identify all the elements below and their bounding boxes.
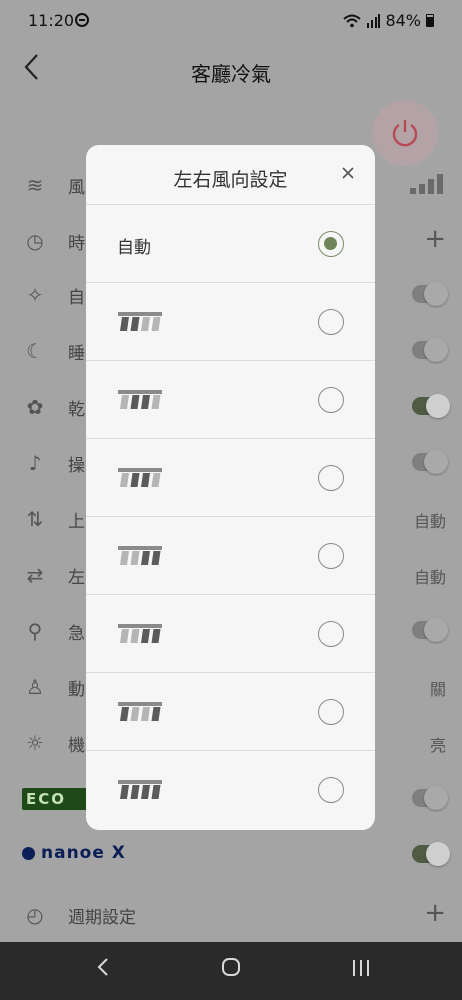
nav-back-button[interactable] bbox=[88, 956, 118, 986]
settings-label: 風 bbox=[68, 178, 85, 198]
louver-swing-icon bbox=[118, 780, 162, 799]
close-button[interactable] bbox=[341, 163, 355, 183]
leftright-arrows-icon: ⇄ bbox=[26, 563, 44, 587]
settings-label: 操 bbox=[68, 456, 85, 476]
plus-icon[interactable]: + bbox=[424, 898, 446, 928]
louver-center-icon bbox=[118, 468, 162, 487]
louver-spread-icon bbox=[118, 702, 162, 721]
nav-home-icon bbox=[222, 958, 240, 976]
option-louver-right[interactable] bbox=[86, 595, 375, 673]
nav-home-button[interactable] bbox=[216, 956, 246, 986]
louver-left-icon bbox=[118, 312, 162, 331]
settings-value: 自動 bbox=[413, 568, 446, 587]
wind-icon: ≋ bbox=[26, 173, 44, 197]
radio-button[interactable] bbox=[318, 231, 344, 257]
music-note-icon: ♪ bbox=[28, 451, 42, 475]
toggle-switch[interactable] bbox=[412, 394, 450, 418]
sparkle-icon: ✧ bbox=[26, 283, 44, 307]
louver-right-icon bbox=[118, 624, 162, 643]
radio-button[interactable] bbox=[318, 699, 344, 725]
nanoe-x-text: nanoe X bbox=[41, 843, 126, 863]
option-louver-center[interactable] bbox=[86, 439, 375, 517]
boost-icon: ⚲ bbox=[27, 619, 43, 643]
option-auto[interactable]: 自動 bbox=[86, 205, 375, 283]
option-louver-left-center[interactable] bbox=[86, 361, 375, 439]
status-time: 11:20 bbox=[28, 11, 75, 30]
settings-row-schedule[interactable]: ◴ 週期設定 + bbox=[0, 886, 462, 942]
nav-recents-icon bbox=[353, 960, 369, 976]
option-louver-left[interactable] bbox=[86, 283, 375, 361]
nav-back-icon bbox=[97, 958, 108, 976]
dialog-title: 左右風向設定 bbox=[173, 169, 288, 191]
settings-label: 急 bbox=[68, 624, 85, 644]
status-bar: 11:20 84% bbox=[0, 0, 462, 40]
power-icon bbox=[392, 120, 418, 147]
app-header: 客廳冷氣 bbox=[0, 40, 462, 100]
clock-icon: ◷ bbox=[26, 229, 44, 253]
settings-label: 乾 bbox=[68, 400, 85, 420]
eco-logo: ECO bbox=[22, 788, 96, 810]
horizontal-airflow-dialog: 左右風向設定 自動 bbox=[86, 145, 375, 830]
dry-icon: ✿ bbox=[26, 395, 44, 419]
toggle-switch[interactable] bbox=[412, 786, 448, 810]
wifi-icon bbox=[343, 14, 362, 27]
system-nav-bar bbox=[0, 942, 462, 1000]
sleep-icon: ☾ bbox=[26, 339, 44, 363]
radio-button[interactable] bbox=[318, 543, 344, 569]
radio-button[interactable] bbox=[318, 309, 344, 335]
settings-label: 睡 bbox=[68, 344, 85, 364]
toggle-switch[interactable] bbox=[412, 282, 448, 306]
settings-value: 自動 bbox=[413, 512, 446, 531]
dnd-icon bbox=[75, 13, 89, 27]
bulb-icon: ☼ bbox=[26, 731, 44, 755]
louver-right-center-icon bbox=[118, 546, 162, 565]
toggle-switch[interactable] bbox=[412, 842, 450, 866]
radio-button[interactable] bbox=[318, 387, 344, 413]
option-label: 自動 bbox=[117, 238, 151, 258]
schedule-icon: ◴ bbox=[26, 903, 44, 927]
settings-label: 自 bbox=[68, 288, 85, 308]
updown-arrows-icon: ⇅ bbox=[26, 507, 44, 531]
radio-button[interactable] bbox=[318, 621, 344, 647]
close-icon bbox=[342, 167, 354, 179]
toggle-switch[interactable] bbox=[412, 450, 448, 474]
page-title: 客廳冷氣 bbox=[191, 62, 271, 86]
dialog-header: 左右風向設定 bbox=[86, 145, 375, 205]
option-list: 自動 bbox=[86, 205, 375, 829]
settings-label: 左 bbox=[68, 568, 85, 588]
person-icon: ♙ bbox=[26, 675, 44, 699]
louver-left-center-icon bbox=[118, 390, 162, 409]
battery-icon bbox=[426, 14, 434, 27]
settings-value: 亮 bbox=[429, 736, 446, 755]
option-louver-spread[interactable] bbox=[86, 673, 375, 751]
settings-label: 週期設定 bbox=[68, 908, 136, 928]
toggle-switch[interactable] bbox=[412, 618, 448, 642]
status-icons: 84% bbox=[343, 11, 434, 30]
settings-label: 動 bbox=[68, 680, 85, 700]
settings-label: 上 bbox=[68, 512, 85, 532]
nanoe-x-logo: nanoe X bbox=[22, 843, 126, 863]
plus-icon[interactable]: + bbox=[424, 224, 446, 254]
settings-value: 關 bbox=[429, 680, 446, 699]
battery-percent: 84% bbox=[385, 11, 421, 30]
nanoe-dot-icon bbox=[22, 846, 35, 860]
settings-label: 機 bbox=[68, 736, 85, 756]
fan-level-icon bbox=[410, 174, 443, 194]
radio-button[interactable] bbox=[318, 465, 344, 491]
signal-icon bbox=[367, 13, 381, 28]
toggle-switch[interactable] bbox=[412, 338, 448, 362]
option-louver-right-center[interactable] bbox=[86, 517, 375, 595]
option-louver-swing[interactable] bbox=[86, 751, 375, 829]
settings-label: 時 bbox=[68, 234, 85, 254]
radio-button[interactable] bbox=[318, 777, 344, 803]
nav-recents-button[interactable] bbox=[346, 956, 376, 986]
